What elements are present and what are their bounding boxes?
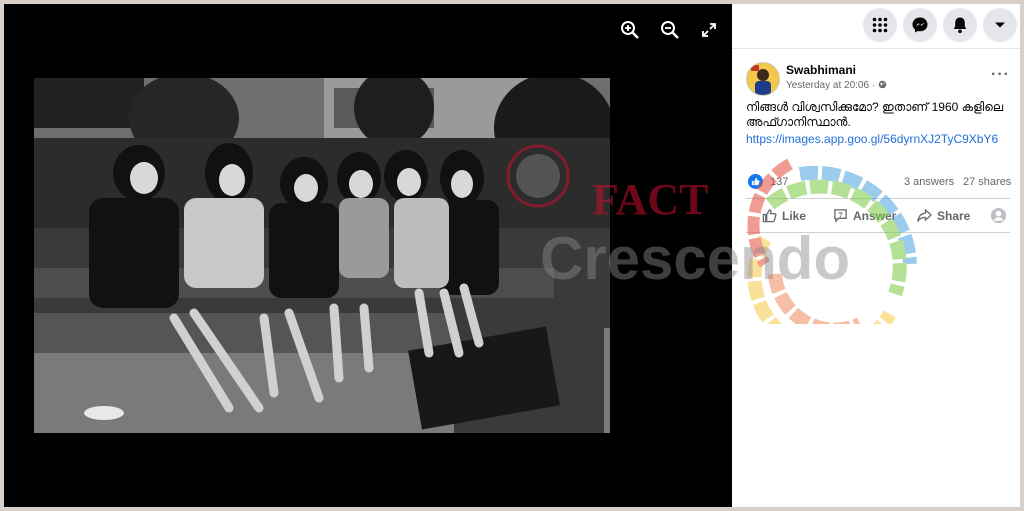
answer-bubble-icon: ? (834, 209, 847, 223)
svg-text:?: ? (838, 210, 843, 219)
share-arrow-icon (917, 209, 932, 222)
menu-grid-icon[interactable] (863, 8, 897, 42)
screenshot-frame: Swabhimani Yesterday at 20:06 · ··· നിങ്… (4, 4, 1020, 507)
post-text: നിങ്ങൾ വിശ്വസിക്കുമോ? ഇതാണ് 1960 കളിലെ അ… (746, 100, 1004, 129)
fullscreen-icon[interactable] (697, 18, 721, 42)
answers-count[interactable]: 3 answers (904, 176, 954, 188)
share-button[interactable]: Share (917, 208, 970, 223)
post-photo[interactable] (34, 78, 610, 433)
post-link[interactable]: https://images.app.goo.gl/56dyrnXJ2TyC9X… (746, 132, 998, 146)
account-caret-icon[interactable] (983, 8, 1017, 42)
divider (746, 232, 1010, 233)
vintage-group-photo (34, 78, 610, 433)
more-options-icon[interactable]: ··· (991, 66, 1010, 84)
zoom-out-icon[interactable] (658, 18, 682, 42)
answer-button[interactable]: ? Answer (833, 208, 896, 223)
globe-icon (878, 80, 887, 92)
notifications-bell-icon[interactable] (943, 8, 977, 42)
share-label: Share (937, 208, 971, 223)
like-reaction-icon[interactable] (748, 174, 763, 189)
like-label: Like (782, 208, 807, 223)
avatar[interactable] (746, 62, 780, 96)
messenger-icon[interactable] (903, 8, 937, 42)
post-time-text: Yesterday at 20:06 · (786, 80, 876, 91)
answer-label: Answer (853, 208, 897, 223)
thumbs-up-icon (762, 209, 777, 223)
photo-viewer (4, 4, 732, 507)
like-count[interactable]: 137 (770, 176, 788, 188)
top-navigation-bar (732, 4, 1020, 49)
divider (746, 198, 1010, 199)
post-timestamp[interactable]: Yesterday at 20:06 · (786, 80, 887, 92)
shares-count[interactable]: 27 shares (963, 176, 1011, 188)
share-as-profile-icon[interactable] (990, 207, 1007, 224)
like-button[interactable]: Like (762, 208, 806, 223)
post-author[interactable]: Swabhimani (786, 63, 856, 77)
zoom-in-icon[interactable] (618, 18, 642, 42)
post-side-panel: Swabhimani Yesterday at 20:06 · ··· നിങ്… (732, 4, 1020, 507)
